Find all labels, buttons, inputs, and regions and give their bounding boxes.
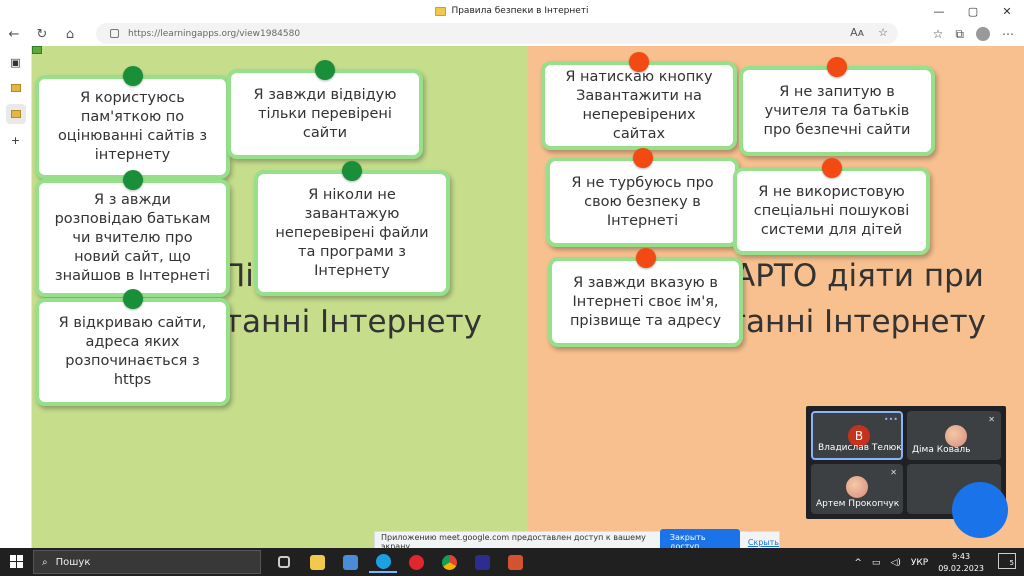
mic-off-icon: ✕ [988,415,995,424]
taskbar-search[interactable]: ⌕ Пошук [33,550,261,574]
green-pin-icon [122,289,143,309]
search-icon: ⌕ [42,556,48,568]
app-corner-icon [32,46,42,54]
back-arrow-icon[interactable]: ← [0,23,28,45]
tab-title[interactable]: Правила безпеки в Інтернеті [435,6,589,16]
url-text: https://learningapps.org/view1984580 [128,28,301,39]
read-aloud-icon[interactable]: Aᴀ [850,26,864,39]
browser-title-bar: Правила безпеки в Інтернеті — ▢ ✕ [0,0,1024,22]
red-pin-icon [632,148,653,168]
participant-tile[interactable]: ✕ Артем Прокопчук [811,464,903,514]
meet-action-button[interactable] [952,482,1008,538]
red-pin-icon [635,248,656,268]
file-explorer-icon[interactable] [303,551,331,573]
refresh-icon[interactable]: ↻ [28,23,56,45]
task-view-icon[interactable] [270,551,298,573]
red-pin-icon [629,52,649,72]
opera-icon[interactable] [402,551,430,573]
favorites-icon[interactable]: ☆ [933,27,944,41]
maximize-button[interactable]: ▢ [956,0,990,22]
lock-icon [110,29,119,38]
system-tray: ^ ▭ ◁) УКР 9:43 09.02.2023 [854,551,984,575]
clock-time: 9:43 [952,552,971,561]
left-zone-title-2: танні Інтернету [224,304,483,340]
language-indicator[interactable]: УКР [911,558,928,568]
green-pin-icon [342,161,362,181]
clock-date: 09.02.2023 [938,564,984,573]
hide-link[interactable]: Скрыть [748,538,779,547]
card-red[interactable]: Я завжди вказую в Інтернеті своє ім'я, п… [548,248,743,347]
green-pin-icon [315,60,335,80]
windows-taskbar: ⌕ Пошук ^ ▭ ◁) УКР 9:43 09.02.2023 5 [0,548,1024,576]
browser-toolbar: ← ↻ ⌂ https://learningapps.org/view19845… [0,22,1024,46]
avatar [846,476,868,498]
clock[interactable]: 9:43 09.02.2023 [938,551,984,575]
minimize-button[interactable]: — [922,0,956,22]
sidebar-tab-icon[interactable] [6,78,26,98]
home-icon[interactable]: ⌂ [56,23,84,45]
favorite-star-icon[interactable]: ☆ [878,26,888,39]
notification-count: 5 [1009,559,1014,567]
search-placeholder: Пошук [55,556,91,568]
page-favicon-icon [435,6,447,16]
card-red[interactable]: Я не використовую спеціальні пошукові си… [733,158,930,255]
chrome-icon[interactable] [435,551,463,573]
volume-icon[interactable]: ◁) [890,558,900,568]
app-icon[interactable] [468,551,496,573]
right-zone-title-2: танні Інтернету [728,304,987,340]
tab-actions-icon[interactable]: ▣ [6,52,26,72]
window-title: Правила безпеки в Інтернеті [451,6,589,16]
red-pin-icon [827,57,847,77]
card-red[interactable]: Я не турбуюсь про свою безпеку в Інтерне… [546,148,739,247]
profile-avatar[interactable] [976,27,990,41]
chevron-up-icon[interactable]: ^ [854,558,862,568]
card-green[interactable]: Я з авжди розповідаю батькам чи вчителю … [35,170,230,297]
card-green[interactable]: Я ніколи не завантажую неперевірені файл… [254,161,450,296]
start-button[interactable] [10,555,23,568]
add-tab-icon[interactable]: + [6,130,26,150]
network-icon[interactable]: ▭ [872,558,881,568]
participant-tile[interactable]: ✕ Діма Коваль [907,411,1001,460]
more-options-icon[interactable]: ••• [884,415,898,424]
red-pin-icon [821,158,842,178]
participant-tile[interactable]: ••• В Владислав Телюк [811,411,903,460]
menu-dots-icon[interactable]: ⋯ [1002,27,1014,41]
card-green[interactable]: Я завжди відвідую тільки перевірені сайт… [227,60,423,159]
card-red[interactable]: Я натискаю кнопку Завантажити на неперев… [541,52,737,150]
address-bar[interactable]: https://learningapps.org/view1984580 Aᴀ … [96,23,898,44]
mic-off-icon: ✕ [890,468,897,477]
edge-browser-icon[interactable] [369,551,397,573]
right-zone-title-1: АРТО діяти при [734,258,984,294]
green-pin-icon [122,66,143,86]
participant-name: Владислав Телюк [818,443,902,453]
close-button[interactable]: ✕ [990,0,1024,22]
green-pin-icon [122,170,143,190]
participant-name: Діма Коваль [912,445,971,455]
card-green[interactable]: Я користуюсь пам'яткою по оцінюванні сай… [35,66,230,179]
notifications-icon[interactable]: 5 [998,553,1016,569]
sidebar-tab-active-icon[interactable] [5,104,26,124]
settings-app-icon[interactable] [336,551,364,573]
avatar [945,425,967,447]
participant-name: Артем Прокопчук [816,499,900,509]
collections-icon[interactable]: ⧉ [955,27,964,42]
powerpoint-icon[interactable] [501,551,529,573]
card-green[interactable]: Я відкриваю сайти, адреса яких розпочина… [35,289,230,406]
browser-sidebar: ▣ + [0,46,32,548]
card-red[interactable]: Я не запитую в учителя та батьків про бе… [739,57,935,156]
